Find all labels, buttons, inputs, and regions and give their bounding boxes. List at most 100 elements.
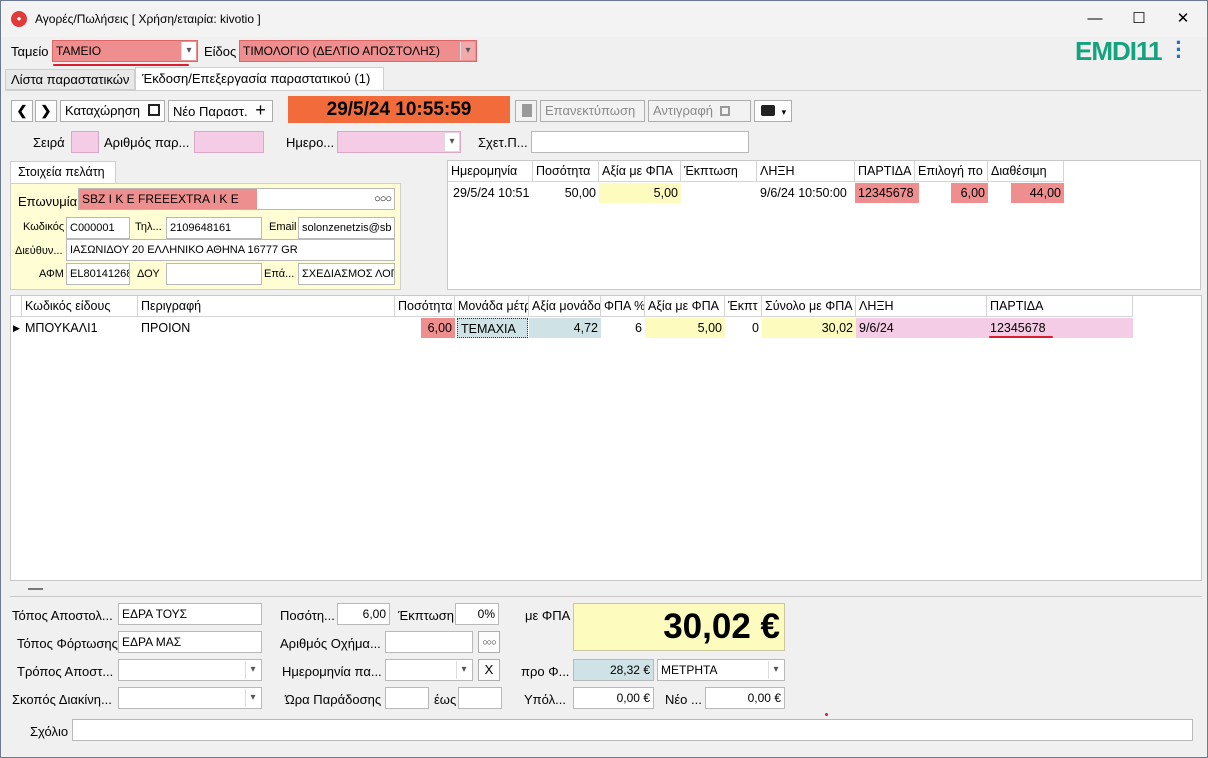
items-header-total: Σύνολο με ΦΠΑ: [762, 296, 856, 317]
eidos-value: ΤΙΜΟΛΟΓΙΟ (ΔΕΛΤΙΟ ΑΠΟΣΤΟΛΗΣ): [243, 44, 441, 58]
lots-grid: Ημερομηνία Ποσότητα Αξία με ΦΠΑ Έκπτωση …: [447, 160, 1201, 290]
related-doc-field[interactable]: [531, 131, 749, 153]
save-label: Καταχώρηση: [65, 103, 140, 118]
til-label: Τηλ...: [135, 221, 162, 233]
prev-button[interactable]: ❮: [11, 100, 33, 122]
items-cell-value-vat[interactable]: 5,00: [645, 318, 725, 338]
address-field[interactable]: ΙΑΣΩΝΙΔΟΥ 20 ΕΛΛΗΝΙΚΟ ΑΘΗΝΑ 16777 GR: [66, 239, 395, 261]
time-to-field[interactable]: [458, 687, 502, 709]
annotation-dot: [825, 713, 828, 716]
grand-total: 30,02 €: [573, 603, 785, 651]
save-button[interactable]: Καταχώρηση: [60, 100, 165, 122]
afm-field[interactable]: EL801412686: [66, 263, 130, 285]
customer-name-field[interactable]: SBZ I K E FREEEXTRA I K E ○○○: [78, 188, 395, 210]
items-header-unit-value: Αξία μονάδο: [529, 296, 601, 317]
shipping-method-select[interactable]: ▾: [118, 659, 262, 681]
total-qty-field[interactable]: 6,00: [337, 603, 390, 625]
items-cell-code[interactable]: ΜΠΟΥΚΑΛΙ1: [22, 318, 138, 338]
kodikos-field[interactable]: C000001: [66, 217, 130, 239]
date-select[interactable]: ▾: [337, 131, 461, 153]
delivery-date-select[interactable]: ▾: [385, 659, 473, 681]
splitter[interactable]: [10, 581, 1202, 597]
new-document-button[interactable]: Νέο Παραστ. +: [168, 100, 273, 122]
neo-label: Νέο ...: [665, 692, 702, 707]
lots-cell-qty[interactable]: 50,00: [533, 183, 599, 203]
chevron-down-icon: ▾: [245, 661, 260, 679]
time-from-field[interactable]: [385, 687, 429, 709]
email-label: Email: [269, 221, 297, 233]
more-options-icon[interactable]: · · ·: [1174, 32, 1184, 68]
eidos-select[interactable]: ΤΙΜΟΛΟΓΙΟ (ΔΕΛΤΙΟ ΑΠΟΣΤΟΛΗΣ) ▾: [239, 40, 477, 62]
grip-icon: [28, 588, 43, 590]
lots-cell-expiry[interactable]: 9/6/24 10:50:00: [757, 183, 855, 203]
phone-field[interactable]: 2109648161: [166, 217, 262, 239]
hmer-pa-label: Ημερομηνία πα...: [282, 664, 382, 679]
payment-method-select[interactable]: ΜΕΤΡΗΤΑ ▾: [657, 659, 785, 681]
trash-icon: [522, 104, 532, 117]
maximize-button[interactable]: ☐: [1119, 7, 1159, 31]
delete-button[interactable]: [515, 100, 537, 122]
annotation-underline: [53, 64, 189, 66]
items-cell-discount[interactable]: 0: [725, 318, 762, 338]
items-cell-description[interactable]: ΠΡΟΙΟΝ: [138, 318, 395, 338]
lots-cell-available[interactable]: 44,00: [1011, 183, 1064, 203]
vehicle-field[interactable]: [385, 631, 473, 653]
copy-label: Αντιγραφή: [653, 103, 714, 118]
vehicle-lookup-button[interactable]: ○○○: [478, 631, 500, 653]
items-cell-expiry[interactable]: 9/6/24: [856, 318, 987, 338]
items-cell-batch[interactable]: 12345678: [987, 318, 1133, 338]
comment-field[interactable]: [72, 719, 1193, 741]
topos-fort-label: Τόπος Φόρτωσης: [17, 636, 118, 651]
sxet-label: Σχετ.Π...: [478, 135, 528, 150]
next-button[interactable]: ❯: [35, 100, 57, 122]
lots-header-available: Διαθέσιμη: [988, 161, 1064, 182]
items-grid: Κωδικός είδους Περιγραφή Ποσότητα Μονάδα…: [10, 295, 1202, 581]
items-header-description: Περιγραφή: [138, 296, 395, 317]
plus-icon: +: [255, 100, 266, 120]
tab-edit[interactable]: Έκδοση/Επεξεργασία παραστατικού (1): [135, 67, 384, 91]
new-label: Νέο Παραστ.: [173, 104, 248, 119]
print-button[interactable]: ▾: [754, 100, 792, 122]
clear-date-button[interactable]: X: [478, 659, 500, 681]
tameio-select[interactable]: ΤΑΜΕΙΟ ▾: [52, 40, 198, 62]
items-cell-unit[interactable]: ΤΕΜΑΧΙΑ: [457, 318, 528, 338]
lots-cell-discount[interactable]: [681, 183, 757, 203]
items-cell-vat[interactable]: 6: [601, 318, 645, 338]
chevron-down-icon: ▾: [768, 661, 783, 679]
window-title: Αγορές/Πωλήσεις [ Χρήση/εταιρία: kivotio…: [35, 12, 261, 26]
new-balance-field[interactable]: 0,00 €: [705, 687, 785, 709]
lots-cell-value[interactable]: 5,00: [599, 183, 681, 203]
tab-list[interactable]: Λίστα παραστατικών: [5, 69, 135, 90]
eidos-label: Είδος: [204, 44, 237, 59]
copy-icon: [719, 106, 730, 116]
purpose-select[interactable]: ▾: [118, 687, 262, 709]
items-cell-total[interactable]: 30,02: [762, 318, 856, 338]
discount-field[interactable]: 0%: [455, 603, 499, 625]
items-cell-unit-value[interactable]: 4,72: [529, 318, 601, 338]
profession-field[interactable]: ΣΧΕΔΙΑΣΜΟΣ ΛΟΓ: [298, 263, 395, 285]
floppy-icon: [147, 104, 160, 116]
copy-button[interactable]: Αντιγραφή: [648, 100, 751, 122]
customer-section-tab: Στοιχεία πελάτη: [10, 161, 116, 183]
lots-cell-batch[interactable]: 12345678: [855, 183, 919, 203]
departure-place-field[interactable]: ΕΔΡΑ ΤΟΥΣ: [118, 603, 262, 625]
tameio-label: Ταμείο: [11, 44, 49, 59]
email-field[interactable]: solonzenetzis@sb: [298, 217, 395, 239]
close-button[interactable]: ✕: [1163, 7, 1203, 31]
reprint-button[interactable]: Επανεκτύπωση: [540, 100, 645, 122]
lots-cell-select[interactable]: 6,00: [951, 183, 988, 203]
sxolio-label: Σχόλιο: [30, 724, 69, 739]
lookup-icon[interactable]: ○○○: [374, 189, 392, 209]
seira-field[interactable]: [71, 131, 99, 153]
items-header-vat: ΦΠΑ %: [601, 296, 645, 317]
chevron-down-icon: ▾: [460, 42, 475, 60]
minimize-button[interactable]: —: [1075, 7, 1115, 31]
items-header-expiry: ΛΗΞΗ: [856, 296, 987, 317]
loading-place-field[interactable]: ΕΔΡΑ ΜΑΣ: [118, 631, 262, 653]
arithmos-field[interactable]: [194, 131, 264, 153]
balance-field[interactable]: 0,00 €: [573, 687, 654, 709]
doy-field[interactable]: [166, 263, 262, 285]
lots-cell-date[interactable]: 29/5/24 10:51: [450, 183, 533, 203]
annotation-underline: [989, 336, 1053, 338]
items-cell-qty[interactable]: 6,00: [395, 318, 455, 338]
